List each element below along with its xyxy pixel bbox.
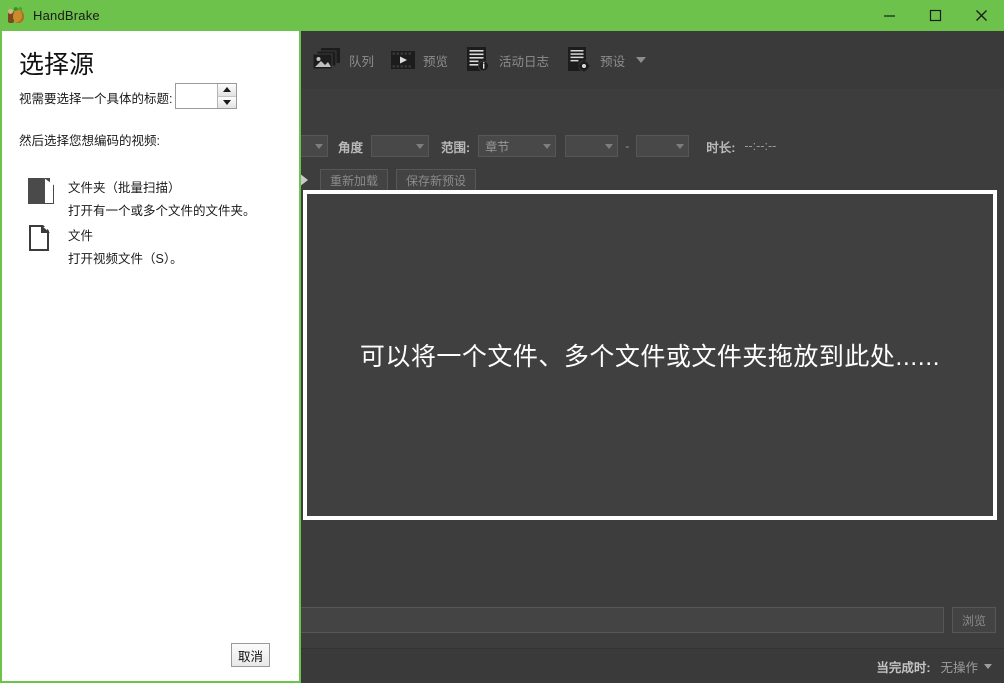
angle-select[interactable] [371, 135, 430, 157]
source-option-file[interactable]: 文件 打开视频文件（S）。 [28, 224, 183, 267]
source-option-folder-text: 文件夹（批量扫描） 打开有一个或多个文件的文件夹。 [68, 176, 256, 219]
handbrake-window: HandBrake 编码 [0, 0, 1004, 683]
save-new-preset-button[interactable]: 保存新预设 [396, 169, 477, 191]
caret-down-icon [223, 99, 231, 105]
source-option-file-description: 打开视频文件（S）。 [68, 252, 183, 266]
chevron-down-icon [543, 143, 552, 149]
chevron-down-icon [416, 143, 425, 149]
source-selection-dialog: 选择源 视需要选择一个具体的标题: 然后选择您想编码的视频: 文件夹（批量扫描） [0, 31, 301, 683]
activity-log-icon [467, 47, 490, 72]
file-icon [28, 224, 54, 252]
stepper-down-button[interactable] [218, 95, 236, 108]
handbrake-pineapple-icon [8, 5, 26, 25]
source-option-folder[interactable]: 文件夹（批量扫描） 打开有一个或多个文件的文件夹。 [28, 176, 256, 219]
when-done-label: 当完成时: [876, 660, 931, 675]
toolbar-label-queue: 队列 [349, 54, 375, 69]
source-option-file-name: 文件 [68, 229, 94, 243]
title-number-stepper-buttons [217, 84, 236, 108]
range-label: 范围: [441, 140, 471, 155]
toolbar-item-preview[interactable]: 预览 [382, 37, 456, 83]
title-bar: HandBrake [0, 0, 1004, 31]
choose-video-prompt: 然后选择您想编码的视频: [19, 134, 160, 148]
duration-value: --:--:-- [744, 139, 777, 153]
minimize-icon [883, 15, 895, 17]
toolbar-label-preview: 预览 [423, 54, 449, 69]
chapter-range-dash: - [625, 139, 630, 153]
chevron-down-icon[interactable] [636, 57, 647, 63]
title-number-input[interactable] [176, 84, 217, 108]
title-number-prompt: 视需要选择一个具体的标题: [19, 92, 173, 106]
reload-button[interactable]: 重新加载 [320, 169, 389, 191]
chapter-end-select[interactable] [636, 135, 690, 157]
maximize-icon [929, 9, 941, 22]
queue-icon [312, 48, 341, 70]
browse-button[interactable]: 浏览 [952, 607, 996, 633]
folder-icon [28, 176, 54, 204]
minimize-button[interactable] [866, 0, 912, 31]
when-done-value[interactable]: 无操作 [940, 657, 978, 676]
chapter-start-select[interactable] [565, 135, 619, 157]
angle-label: 角度 [338, 140, 364, 155]
source-option-folder-description: 打开有一个或多个文件的文件夹。 [68, 204, 256, 218]
toolbar-label-activity-log: 活动日志 [499, 54, 550, 69]
chevron-down-icon[interactable] [984, 663, 992, 669]
toolbar-item-presets[interactable]: 预设 [557, 37, 654, 83]
source-option-file-text: 文件 打开视频文件（S）。 [68, 224, 183, 267]
caret-up-icon [223, 87, 231, 93]
window-title: HandBrake [33, 8, 100, 23]
duration-label: 时长: [706, 140, 736, 155]
stepper-up-button[interactable] [218, 84, 236, 96]
close-icon [975, 10, 987, 21]
toolbar-label-presets: 预设 [600, 54, 626, 69]
range-select-value: 章节 [485, 139, 510, 154]
destination-path-input[interactable] [296, 607, 944, 633]
source-option-folder-name: 文件夹（批量扫描） [68, 181, 181, 195]
chevron-down-icon [676, 143, 685, 149]
file-drop-zone[interactable]: 可以将一个文件、多个文件或文件夹拖放到此处...... [303, 190, 997, 520]
chevron-down-icon [315, 143, 323, 149]
chevron-down-icon [605, 143, 614, 149]
close-button[interactable] [958, 0, 1004, 31]
preview-icon [391, 51, 416, 69]
presets-icon [568, 47, 590, 72]
cancel-button[interactable]: 取消 [231, 643, 270, 667]
toolbar-item-queue[interactable]: 队列 [304, 37, 382, 83]
dialog-title: 选择源 [19, 51, 95, 79]
range-select[interactable]: 章节 [478, 135, 557, 157]
title-number-stepper[interactable] [175, 83, 237, 109]
maximize-button[interactable] [912, 0, 958, 31]
drop-zone-text: 可以将一个文件、多个文件或文件夹拖放到此处...... [359, 343, 941, 371]
toolbar-item-activity-log[interactable]: 活动日志 [456, 37, 557, 83]
